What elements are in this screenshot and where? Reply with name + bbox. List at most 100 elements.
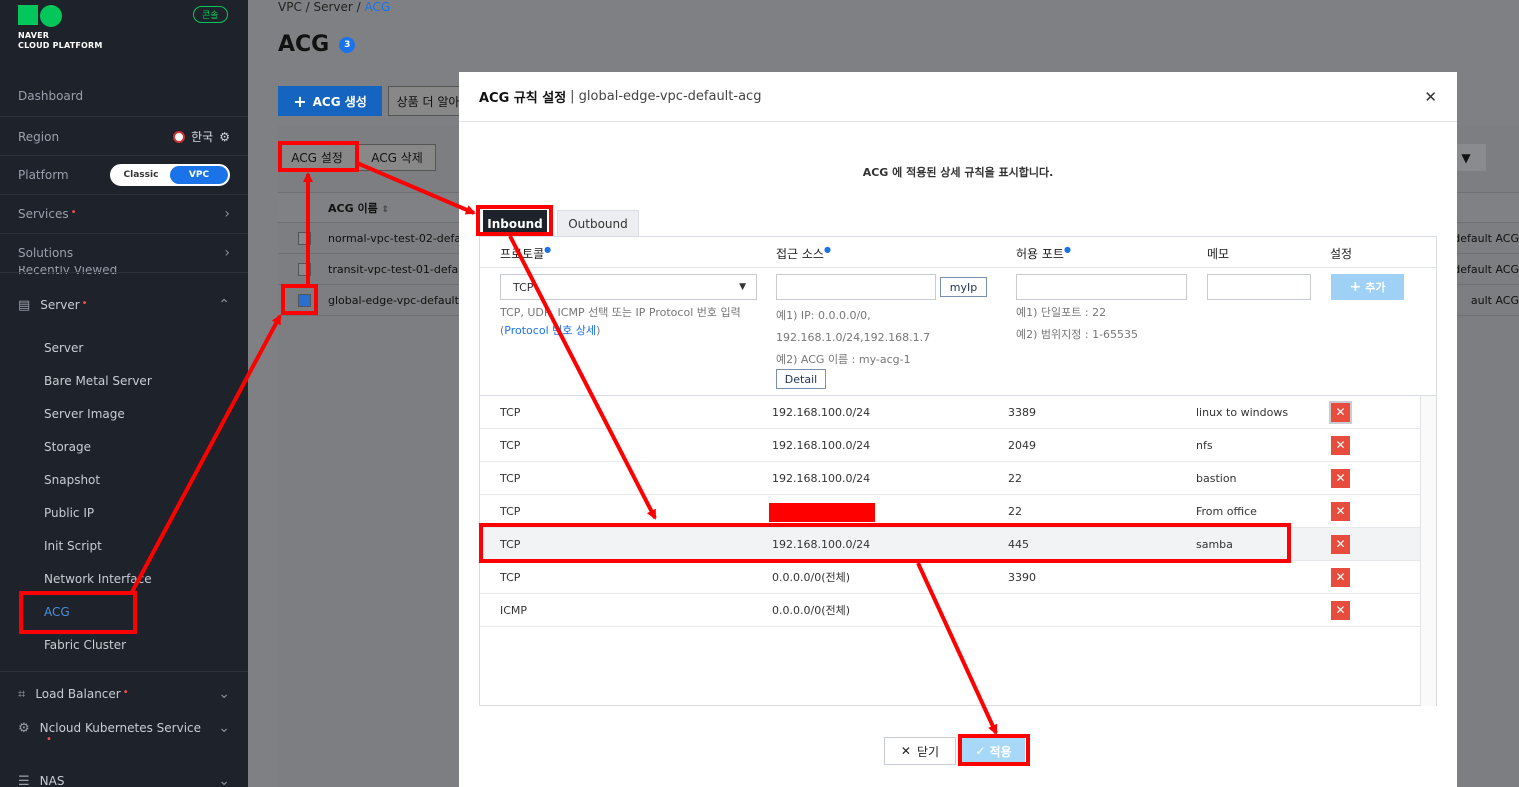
rule-port: 3389	[1008, 405, 1036, 419]
sidebar-item-network-interface[interactable]: Network Interface	[44, 572, 152, 586]
sort-icon[interactable]: ⇕	[382, 205, 390, 215]
rule-memo: linux to windows	[1196, 405, 1289, 419]
sidebar-item-acg[interactable]: ACG	[44, 605, 70, 619]
sidebar-item-bare-metal-server[interactable]: Bare Metal Server	[44, 374, 152, 388]
chevron-down-icon: ⌄	[218, 773, 230, 787]
sidebar-item-snapshot[interactable]: Snapshot	[44, 473, 100, 487]
plus-icon: +	[293, 91, 307, 111]
modal-header: ACG 규칙 설정 | global-edge-vpc-default-acg	[459, 72, 1457, 122]
server-icon: ▤	[18, 297, 31, 313]
delete-rule-button[interactable]: ✕	[1331, 501, 1350, 521]
apply-button[interactable]: ✓ 적용	[962, 737, 1025, 765]
gear-icon[interactable]: ⚙	[219, 130, 230, 144]
row-type: default ACG	[1453, 262, 1519, 276]
sidebar-item-storage[interactable]: Storage	[44, 440, 91, 454]
source-hint: 예1) IP: 0.0.0.0/0, 192.168.1.0/24,192.16…	[776, 305, 930, 371]
port-hint: 예1) 단일포트 : 22 예2) 범위지정 : 1-65535	[1016, 302, 1138, 346]
platform-toggle[interactable]: Classic VPC	[110, 164, 230, 186]
port-hint-1: 예1) 단일포트 : 22	[1016, 306, 1107, 319]
close-button-label: 닫기	[916, 744, 940, 759]
header-setting: 설정	[1330, 247, 1353, 261]
delete-rule-button[interactable]: ✕	[1331, 534, 1350, 554]
close-button[interactable]: ✕ 닫기	[884, 737, 956, 765]
modal-description: ACG 에 적용된 상세 규칙을 표시합니다.	[862, 166, 1054, 179]
tab-inbound[interactable]: Inbound	[483, 210, 547, 237]
port-input[interactable]	[1016, 274, 1187, 300]
table-row: TCP 192.168.100.0/24 22 bastion ✕	[480, 462, 1420, 495]
nav-load-balancer[interactable]: ⌗ Load Balancer • ⌄	[18, 686, 230, 702]
new-dot: •	[46, 734, 52, 745]
create-acg-button[interactable]: + ACG 생성	[278, 86, 382, 116]
more-button[interactable]: 상품 더 알아	[388, 86, 468, 116]
sidebar-item-server[interactable]: Server	[44, 341, 83, 355]
nav-nas[interactable]: ☰ NAS ⌄	[18, 773, 230, 787]
delete-rule-button[interactable]: ✕	[1331, 567, 1350, 587]
detail-button[interactable]: Detail	[776, 369, 826, 389]
table-row: ICMP 0.0.0.0/0(전체) ✕	[480, 594, 1420, 627]
breadcrumb-server[interactable]: Server	[314, 0, 353, 14]
nav-services[interactable]: Services • ›	[18, 206, 230, 222]
source-input[interactable]	[776, 274, 936, 300]
source-hint-1: 예1) IP: 0.0.0.0/0,	[776, 309, 871, 322]
platform-classic[interactable]: Classic	[112, 166, 170, 184]
platform-vpc[interactable]: VPC	[170, 166, 228, 184]
region-label: Region	[18, 129, 60, 144]
plus-icon: +	[1349, 279, 1362, 295]
brand-line2: CLOUD PLATFORM	[18, 41, 103, 50]
sidebar-item-public-ip[interactable]: Public IP	[44, 506, 94, 520]
rule-memo: nfs	[1196, 438, 1213, 452]
chevron-right-icon: ›	[224, 245, 230, 261]
sidebar-item-fabric-cluster[interactable]: Fabric Cluster	[44, 638, 126, 652]
gear-icon: ⚙	[18, 720, 30, 736]
nav-dashboard-label: Dashboard	[18, 89, 84, 103]
chevron-down-icon: ⌄	[218, 686, 230, 702]
sidebar-item-init-script[interactable]: Init Script	[44, 539, 102, 553]
close-icon[interactable]: ✕	[1424, 88, 1437, 106]
acg-delete-button[interactable]: ACG 삭제	[358, 144, 436, 171]
delete-rule-button[interactable]: ✕	[1331, 600, 1350, 620]
rule-memo: From office	[1196, 504, 1257, 518]
tab-outbound[interactable]: Outbound	[557, 210, 639, 237]
page-title-text: ACG	[278, 32, 330, 57]
delete-rule-button[interactable]: ✕	[1331, 435, 1350, 455]
platform-label: Platform	[18, 168, 69, 182]
divider	[0, 116, 248, 117]
console-badge[interactable]: 콘솔	[193, 6, 228, 23]
divider	[0, 194, 248, 195]
nav-dashboard[interactable]: Dashboard	[18, 89, 230, 103]
redacted-source	[769, 503, 875, 522]
rule-protocol: TCP	[500, 570, 521, 584]
nav-platform: Platform Classic VPC	[18, 164, 230, 186]
apply-button-label: 적용	[989, 744, 1012, 759]
sidebar-item-server-image[interactable]: Server Image	[44, 407, 125, 421]
row-checkbox[interactable]	[298, 262, 311, 276]
delete-rule-button[interactable]: ✕	[1331, 402, 1350, 422]
column-acg-name[interactable]: ACG 이름	[328, 202, 378, 215]
nav-solutions[interactable]: Solutions ›	[18, 245, 230, 261]
chevron-down-icon: ▼	[739, 282, 746, 292]
row-checkbox[interactable]	[298, 293, 311, 307]
delete-rule-button[interactable]: ✕	[1331, 468, 1350, 488]
storage-icon: ☰	[18, 773, 30, 787]
add-rule-button[interactable]: + 추가	[1331, 274, 1404, 300]
logo[interactable]: NAVER CLOUD PLATFORM	[18, 5, 103, 51]
breadcrumb-vpc[interactable]: VPC	[278, 0, 302, 14]
protocol-select-value: TCP	[513, 280, 534, 294]
memo-input[interactable]	[1207, 274, 1311, 300]
modal-subtitle: | global-edge-vpc-default-acg	[570, 89, 762, 104]
acg-settings-button[interactable]: ACG 설정	[278, 144, 356, 171]
protocol-select[interactable]: TCP ▼	[500, 274, 757, 300]
myip-button[interactable]: myIp	[940, 277, 987, 297]
divider	[0, 272, 248, 273]
row-checkbox[interactable]	[298, 231, 311, 245]
breadcrumb: VPC / Server / ACG	[278, 0, 391, 14]
nav-server[interactable]: ▤ Server • ⌃	[18, 297, 230, 313]
protocol-number-link[interactable]: Protocol 번호 상세	[504, 324, 596, 337]
nav-region[interactable]: Region 한국 ⚙	[18, 128, 230, 145]
rules-scrollbar[interactable]	[1420, 396, 1436, 706]
row-name: normal-vpc-test-02-defau	[328, 231, 469, 245]
row-name: transit-vpc-test-01-defau	[328, 262, 466, 276]
acg-rule-modal: ACG 규칙 설정 | global-edge-vpc-default-acg …	[459, 72, 1457, 787]
logo-mark	[18, 5, 103, 27]
header-port: 허용 포트●	[1016, 245, 1071, 261]
